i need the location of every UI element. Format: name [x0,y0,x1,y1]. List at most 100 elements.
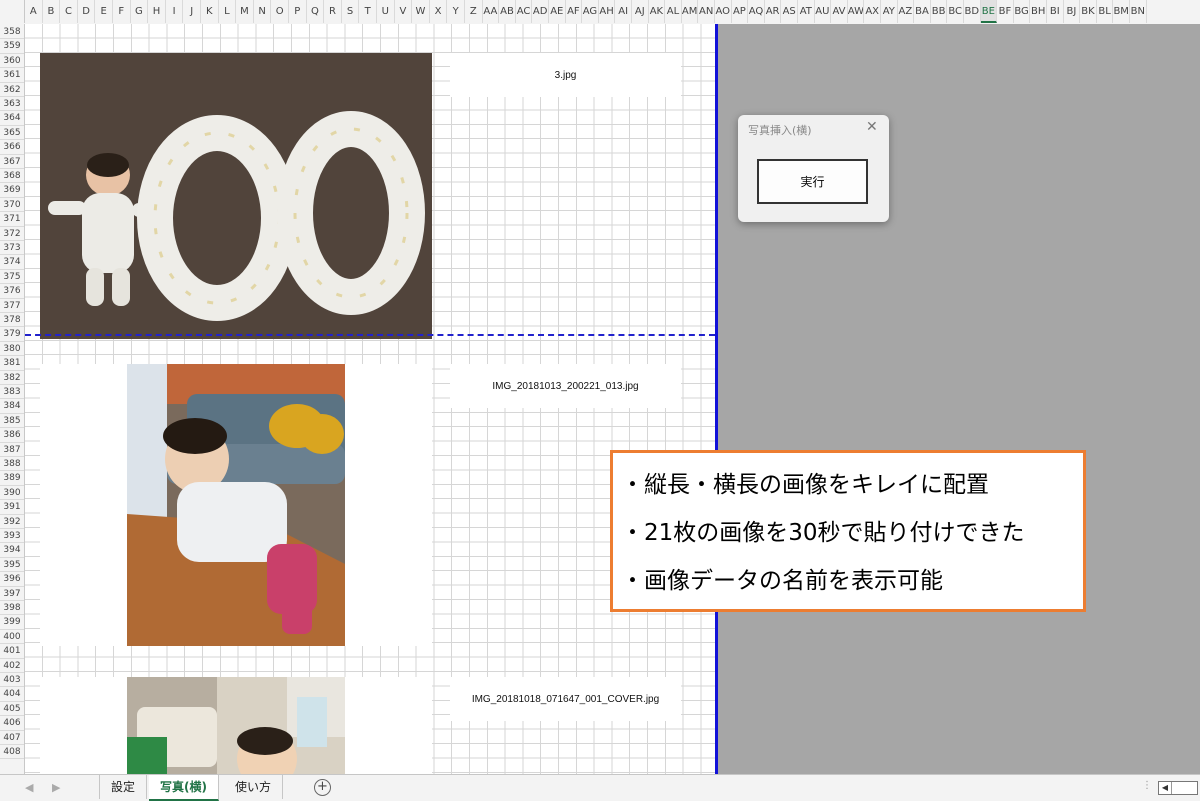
tab-photo-horizontal[interactable]: 写真(横) [149,775,219,801]
column-header-r[interactable]: R [324,0,342,23]
column-header-bf[interactable]: BF [997,0,1014,23]
row-header-380[interactable]: 380 [0,342,24,357]
row-header-401[interactable]: 401 [0,644,24,659]
column-header-a[interactable]: A [25,0,43,23]
row-header-366[interactable]: 366 [0,140,24,155]
row-header-398[interactable]: 398 [0,601,24,616]
column-header-ba[interactable]: BA [914,0,931,23]
row-header-361[interactable]: 361 [0,68,24,83]
column-header-u[interactable]: U [377,0,395,23]
column-header-c[interactable]: C [60,0,78,23]
column-header-q[interactable]: Q [307,0,325,23]
row-header-389[interactable]: 389 [0,471,24,486]
row-header-381[interactable]: 381 [0,356,24,371]
row-header-382[interactable]: 382 [0,371,24,385]
row-header-395[interactable]: 395 [0,558,24,573]
column-header-s[interactable]: S [342,0,360,23]
row-header-362[interactable]: 362 [0,83,24,97]
column-header-v[interactable]: V [395,0,413,23]
row-header-376[interactable]: 376 [0,284,24,299]
row-header-396[interactable]: 396 [0,572,24,587]
column-header-j[interactable]: J [183,0,201,23]
tab-settings[interactable]: 設定 [100,775,148,799]
column-header-az[interactable]: AZ [898,0,915,23]
column-header-ar[interactable]: AR [765,0,782,23]
sheet-grid[interactable]: 3.jpg IMG_20181013_200221_013.jpg IMG_20… [25,24,718,774]
column-header-l[interactable]: L [219,0,237,23]
column-header-ac[interactable]: AC [516,0,533,23]
column-header-h[interactable]: H [148,0,166,23]
row-header-387[interactable]: 387 [0,443,24,457]
column-header-p[interactable]: P [289,0,307,23]
row-header-373[interactable]: 373 [0,241,24,256]
column-header-ak[interactable]: AK [649,0,666,23]
column-header-bk[interactable]: BK [1080,0,1097,23]
next-sheet-icon[interactable]: ▶ [52,781,60,794]
row-header-378[interactable]: 378 [0,313,24,328]
row-header-394[interactable]: 394 [0,543,24,558]
column-header-bm[interactable]: BM [1113,0,1130,23]
column-header-x[interactable]: X [430,0,448,23]
row-header-392[interactable]: 392 [0,515,24,529]
column-header-f[interactable]: F [113,0,131,23]
column-header-bi[interactable]: BI [1047,0,1064,23]
photo-2[interactable] [127,364,345,646]
select-all-corner[interactable] [0,0,25,23]
row-header-370[interactable]: 370 [0,198,24,213]
column-header-av[interactable]: AV [831,0,848,23]
column-header-ax[interactable]: AX [864,0,881,23]
column-header-k[interactable]: K [201,0,219,23]
column-header-be[interactable]: BE [980,0,998,23]
column-header-at[interactable]: AT [798,0,815,23]
column-header-ah[interactable]: AH [599,0,616,23]
column-header-au[interactable]: AU [815,0,832,23]
column-header-g[interactable]: G [131,0,149,23]
column-header-aa[interactable]: AA [483,0,500,23]
row-header-367[interactable]: 367 [0,155,24,169]
column-header-y[interactable]: Y [447,0,465,23]
column-header-ai[interactable]: AI [615,0,632,23]
column-header-e[interactable]: E [95,0,113,23]
row-header-402[interactable]: 402 [0,659,24,673]
run-button[interactable]: 実行 [757,159,868,204]
column-header-bh[interactable]: BH [1030,0,1047,23]
row-header-384[interactable]: 384 [0,399,24,414]
row-header-399[interactable]: 399 [0,615,24,630]
column-header-ad[interactable]: AD [532,0,549,23]
row-header-358[interactable]: 358 [0,25,24,40]
column-header-ab[interactable]: AB [499,0,516,23]
column-header-aj[interactable]: AJ [632,0,649,23]
column-header-ao[interactable]: AO [715,0,732,23]
column-header-m[interactable]: M [236,0,254,23]
column-header-t[interactable]: T [359,0,377,23]
column-header-i[interactable]: I [166,0,184,23]
column-header-bn[interactable]: BN [1130,0,1147,23]
photo-3[interactable] [127,677,345,774]
scroll-left-icon[interactable]: ◀ [1159,782,1172,794]
column-header-d[interactable]: D [78,0,96,23]
row-header-377[interactable]: 377 [0,299,24,313]
column-header-am[interactable]: AM [682,0,699,23]
row-header-365[interactable]: 365 [0,126,24,141]
row-header-386[interactable]: 386 [0,428,24,443]
row-header-359[interactable]: 359 [0,39,24,54]
add-sheet-icon[interactable]: + [314,779,331,796]
row-header-372[interactable]: 372 [0,227,24,241]
column-header-as[interactable]: AS [781,0,798,23]
row-header-383[interactable]: 383 [0,385,24,400]
column-header-bl[interactable]: BL [1097,0,1114,23]
column-header-b[interactable]: B [43,0,61,23]
column-header-z[interactable]: Z [465,0,483,23]
row-header-400[interactable]: 400 [0,630,24,645]
row-header-404[interactable]: 404 [0,687,24,702]
row-header-379[interactable]: 379 [0,327,24,342]
column-header-bb[interactable]: BB [931,0,948,23]
row-header-407[interactable]: 407 [0,731,24,745]
column-header-ap[interactable]: AP [732,0,749,23]
column-header-ag[interactable]: AG [582,0,599,23]
column-header-af[interactable]: AF [566,0,583,23]
row-header-391[interactable]: 391 [0,500,24,515]
column-header-o[interactable]: O [271,0,289,23]
tab-splitter-handle[interactable]: ⋮ [1142,780,1152,791]
row-header-385[interactable]: 385 [0,414,24,429]
